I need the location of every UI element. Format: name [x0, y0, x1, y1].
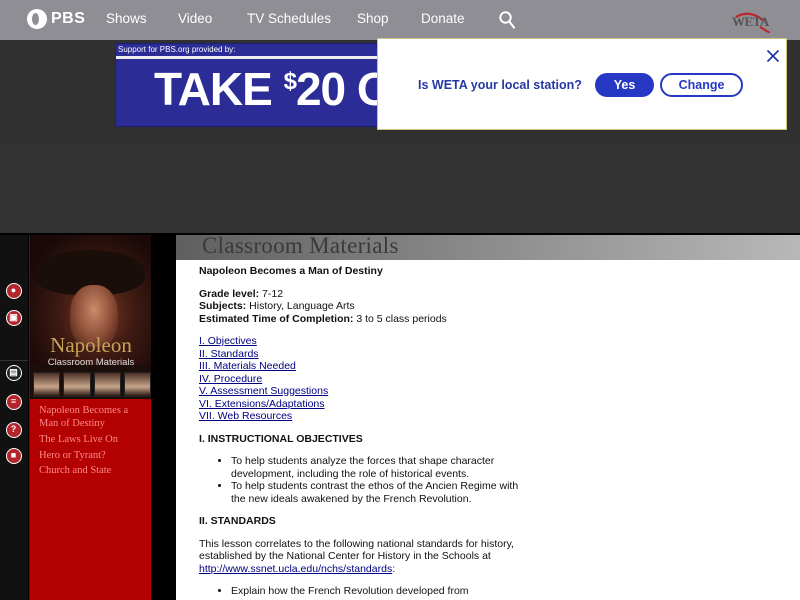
time-label: Estimated Time of Completion:: [199, 312, 354, 325]
ad-headline-prefix: TAKE: [154, 63, 284, 115]
lesson-meta: Grade level: 7-12 Subjects: History, Lan…: [199, 288, 519, 326]
objectives-list: To help students analyze the forces that…: [231, 455, 519, 505]
standards-colon: :: [392, 562, 396, 575]
ad-headline-dollar: $: [283, 68, 297, 95]
menu-item-church-and-state[interactable]: Church and State: [30, 465, 152, 478]
time-value: 3 to 5 class periods: [353, 312, 447, 325]
subjects-value: History, Language Arts: [246, 300, 355, 312]
thumbnail[interactable]: [63, 372, 91, 397]
nav-video[interactable]: Video: [178, 11, 212, 26]
table-of-contents: I. Objectives II. Standards III. Materia…: [199, 335, 519, 423]
standards-list: Explain how the French Revolution develo…: [231, 585, 519, 598]
menu-item-hero-or-tyrant[interactable]: Hero or Tyrant?: [30, 450, 152, 463]
standards-intro: This lesson correlates to the following …: [199, 538, 519, 576]
toc-objectives[interactable]: I. Objectives: [199, 335, 519, 348]
video-icon[interactable]: ●: [6, 283, 22, 299]
subjects-label: Subjects:: [199, 300, 247, 312]
list-icon[interactable]: ≡: [6, 394, 22, 410]
list-item: To help students analyze the forces that…: [231, 455, 519, 480]
change-station-button[interactable]: Change: [660, 73, 743, 97]
portrait-thumbnails: [33, 372, 151, 397]
section-header: Classroom Materials: [176, 235, 800, 260]
ad-ribbon: [116, 56, 382, 59]
menu-item-laws-live-on[interactable]: The Laws Live On: [30, 434, 152, 447]
main-content: Classroom Materials Napoleon Becomes a M…: [176, 235, 800, 600]
nav-donate[interactable]: Donate: [421, 11, 465, 26]
ad-headline: TAKE $20 O: [154, 62, 383, 116]
grade-value: 7-12: [259, 287, 284, 300]
nav-shop[interactable]: Shop: [357, 11, 389, 26]
nav-tv-schedules[interactable]: TV Schedules: [247, 11, 331, 26]
toc-assessment[interactable]: V. Assessment Suggestions: [199, 385, 519, 398]
weta-logo[interactable]: WETA: [730, 11, 772, 33]
toc-procedure[interactable]: IV. Procedure: [199, 373, 519, 386]
grade-label: Grade level:: [199, 287, 260, 300]
nav-shows[interactable]: Shows: [106, 11, 147, 26]
toc-web-resources[interactable]: VII. Web Resources: [199, 410, 519, 423]
lesson-menu: Napoleon Becomes a Man of Destiny The La…: [30, 399, 152, 600]
lock-icon[interactable]: ■: [6, 448, 22, 464]
icon-column: ● ▣ ▤ ≡ ? ■: [0, 235, 28, 600]
close-icon[interactable]: [766, 49, 780, 63]
lesson-title: Napoleon Becomes a Man of Destiny: [199, 265, 383, 277]
napoleon-sidebar: Napoleon Classroom Materials Napoleon Be…: [29, 235, 152, 600]
menu-item-man-of-destiny[interactable]: Napoleon Becomes a Man of Destiny: [30, 405, 130, 430]
thumbnail[interactable]: [123, 372, 151, 397]
pbs-brand: PBS: [51, 10, 86, 27]
page-title: Classroom Materials: [202, 235, 399, 258]
standards-heading: II. STANDARDS: [199, 515, 276, 527]
station-question: Is WETA your local station?: [418, 78, 582, 92]
icon-divider: [0, 360, 28, 361]
toc-materials[interactable]: III. Materials Needed: [199, 360, 519, 373]
top-nav: PBS Shows Video TV Schedules Shop Donate…: [0, 0, 800, 40]
weta-logo-text: WETA: [732, 14, 769, 29]
objectives-heading: I. INSTRUCTIONAL OBJECTIVES: [199, 432, 363, 445]
toc-standards[interactable]: II. Standards: [199, 348, 519, 361]
toc-extensions[interactable]: VI. Extensions/Adaptations: [199, 398, 519, 411]
sponsor-ad[interactable]: Support for PBS.org provided by: TAKE $2…: [115, 43, 383, 127]
sidebar-title: Napoleon: [50, 333, 132, 357]
pbs-head-icon: [27, 9, 47, 29]
document-icon[interactable]: ▤: [6, 365, 22, 381]
local-station-popup: Is WETA your local station? Yes Change: [377, 38, 787, 130]
spacer-band: [0, 143, 800, 233]
standards-intro-text: This lesson correlates to the following …: [199, 537, 514, 563]
list-item: Explain how the French Revolution develo…: [231, 585, 519, 598]
thumbnail[interactable]: [93, 372, 121, 397]
list-item: To help students contrast the ethos of t…: [231, 480, 519, 505]
help-icon[interactable]: ?: [6, 422, 22, 438]
sidebar-subtitle: Classroom Materials: [47, 357, 135, 368]
search-icon[interactable]: [499, 11, 515, 29]
gutter: [151, 235, 176, 600]
lesson-body: Napoleon Becomes a Man of Destiny Grade …: [199, 265, 519, 600]
archive-icon[interactable]: ▣: [6, 310, 22, 326]
ad-headline-value: 20 O: [295, 63, 383, 115]
pbs-logo[interactable]: PBS: [27, 9, 85, 29]
standards-link[interactable]: http://www.ssnet.ucla.edu/nchs/standards: [199, 563, 392, 575]
yes-button[interactable]: Yes: [595, 73, 654, 97]
ad-support-text: Support for PBS.org provided by:: [118, 45, 236, 54]
thumbnail[interactable]: [33, 372, 61, 397]
